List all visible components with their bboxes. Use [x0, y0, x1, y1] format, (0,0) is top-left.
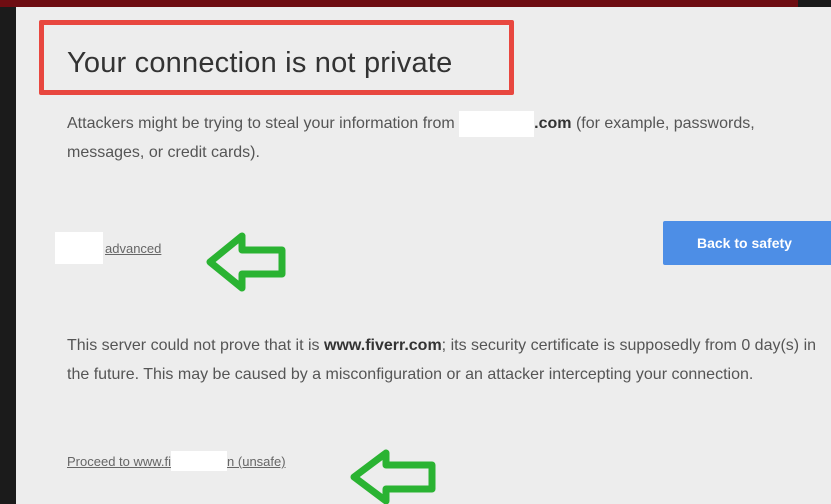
proceed-suffix: n (unsafe) [227, 454, 286, 469]
description-prefix: Attackers might be trying to steal your … [67, 115, 460, 132]
redacted-label [55, 232, 103, 264]
warning-description: Attackers might be trying to steal your … [67, 109, 827, 167]
redacted-domain [171, 451, 228, 471]
back-to-safety-button[interactable]: Back to safety [663, 221, 831, 265]
redacted-domain [459, 110, 535, 137]
left-arrow-annotation-icon [350, 449, 436, 504]
page-title: Your connection is not private [67, 47, 453, 79]
left-arrow-annotation-icon [206, 232, 286, 292]
proceed-unsafe-link[interactable]: Proceed to www.fi n (unsafe) [67, 451, 286, 471]
description-domain: .com [534, 115, 572, 132]
advanced-link[interactable]: advanced [105, 241, 161, 256]
browser-top-bar [0, 0, 798, 7]
details-text: This server could not prove that it is w… [67, 331, 827, 389]
proceed-prefix: Proceed to www.fi [67, 454, 172, 469]
advanced-row: advanced [55, 232, 161, 264]
details-prefix: This server could not prove that it is [67, 337, 324, 354]
details-domain: www.fiverr.com [324, 337, 442, 354]
interstitial-page: Your connection is not private Attackers… [16, 7, 831, 504]
